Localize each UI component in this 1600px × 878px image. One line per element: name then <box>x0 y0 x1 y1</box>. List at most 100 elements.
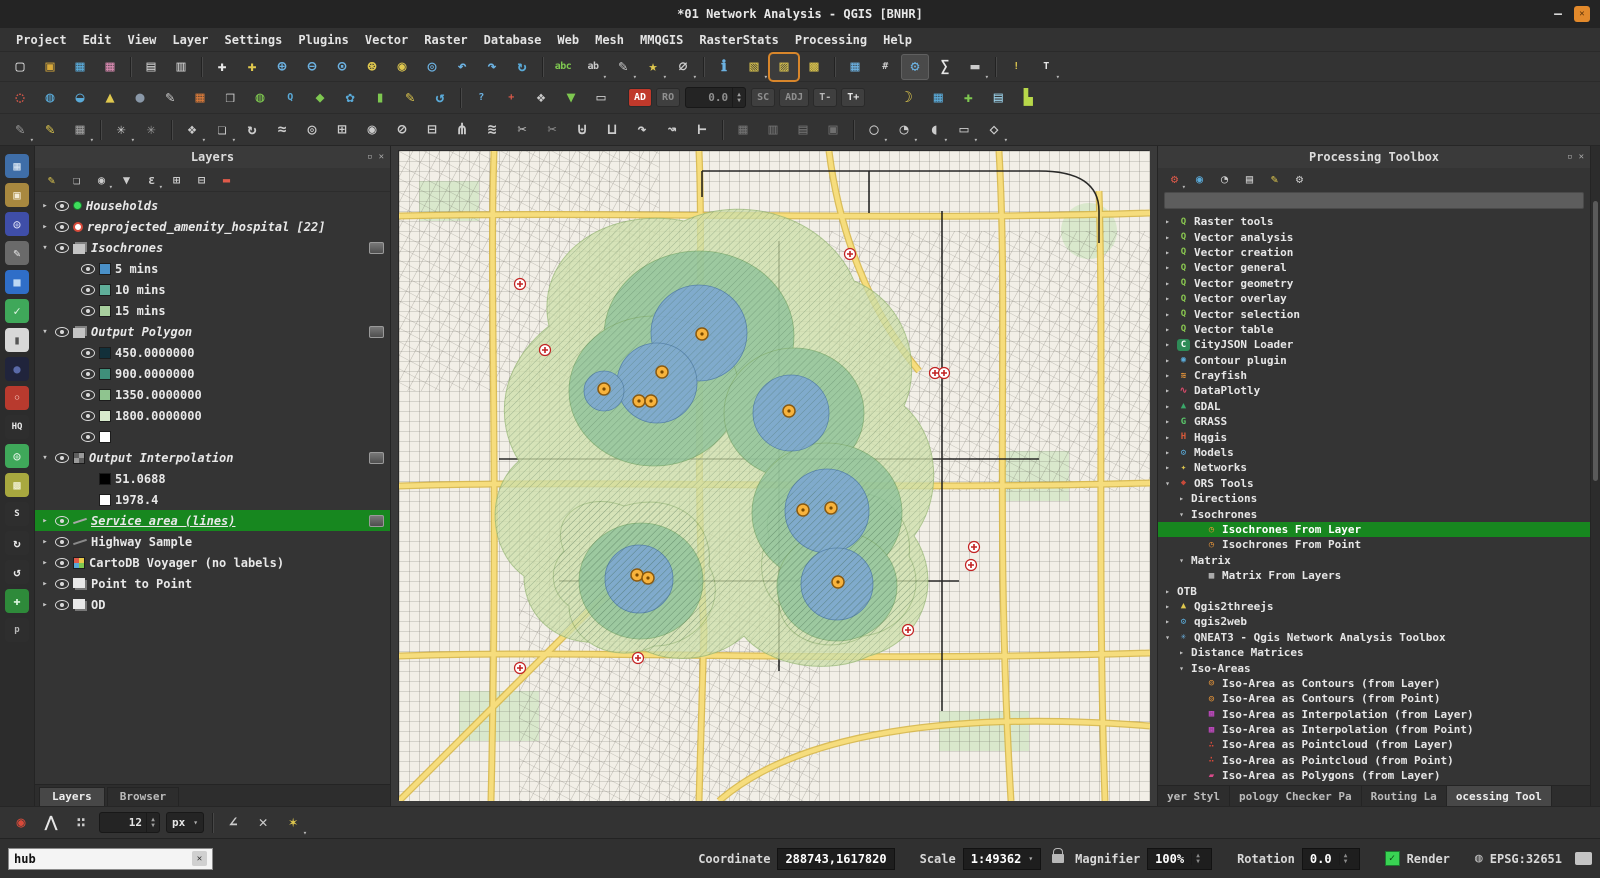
layer-row[interactable]: 1800.0000000 <box>35 405 390 426</box>
expander-icon[interactable]: ▸ <box>39 222 51 232</box>
toolbox-search-input[interactable] <box>1164 192 1584 209</box>
toolbox-row[interactable]: ▸⚙Models <box>1158 445 1590 460</box>
offset-curve-button[interactable]: ≋ <box>478 117 506 143</box>
visibility-eye-icon[interactable] <box>55 516 69 526</box>
rotation-spin[interactable]: 0.0 ▲▼ <box>1302 848 1360 870</box>
visibility-eye-icon[interactable] <box>81 264 95 274</box>
visibility-eye-icon[interactable] <box>55 600 69 610</box>
temporal-slider-button[interactable]: ▤ <box>984 85 1012 111</box>
toolbox-row[interactable]: ▸▲Qgis2threejs <box>1158 599 1590 614</box>
spin-arrows-icon[interactable]: ▲▼ <box>732 88 745 107</box>
expander-icon[interactable]: ▸ <box>1162 448 1173 457</box>
offset-point-symbols-button[interactable]: ↝ <box>658 117 686 143</box>
toolbox-row[interactable]: ▸QVector table <box>1158 322 1590 337</box>
layer-indicator-badge[interactable] <box>369 242 384 254</box>
collapse-all-button[interactable]: ⊟ <box>190 169 213 190</box>
layer-row[interactable]: ▾Output Polygon <box>35 321 390 342</box>
toolbox-row[interactable]: ▸QRaster tools <box>1158 214 1590 229</box>
trim-extend-button[interactable]: ⊢ <box>688 117 716 143</box>
layer-row[interactable]: 15 mins <box>35 300 390 321</box>
expander-icon[interactable]: ▸ <box>1162 263 1173 272</box>
hq-tool-button[interactable]: HQ <box>5 415 29 439</box>
toolbox-row[interactable]: ▾Iso-Areas <box>1158 660 1590 675</box>
menu-project[interactable]: Project <box>8 31 75 49</box>
results-viewer-button[interactable]: ▤ <box>1238 169 1261 190</box>
filter-legend-button[interactable]: ▼ <box>115 169 138 190</box>
layer-row[interactable]: 1350.0000000 <box>35 384 390 405</box>
rotate-point-symbols-button[interactable]: ↷ <box>628 117 656 143</box>
refresh-map-button[interactable]: ↻ <box>508 54 536 80</box>
expander-icon[interactable]: ▸ <box>1162 617 1173 626</box>
network-tool-1-button[interactable]: ▦ <box>729 117 757 143</box>
expander-icon[interactable]: ▾ <box>1162 479 1173 488</box>
marker-size-spin[interactable]: 12▲▼ <box>99 812 160 833</box>
menu-raster[interactable]: Raster <box>416 31 475 49</box>
save-edits-button[interactable]: ▦▾ <box>66 117 94 143</box>
osm-search-button[interactable]: Q <box>276 85 304 111</box>
expander-icon[interactable]: ▾ <box>1176 664 1187 673</box>
toolbox-row[interactable]: ▸QVector general <box>1158 260 1590 275</box>
title-bar[interactable]: *01 Network Analysis - QGIS [BNHR] – ✕ <box>0 0 1600 28</box>
osm-download-button[interactable]: ◍ <box>246 85 274 111</box>
copy-move-feature-button[interactable]: ❏▾ <box>208 117 236 143</box>
toolbox-row[interactable]: ▸QVector selection <box>1158 306 1590 321</box>
close-button[interactable]: ✕ <box>1574 6 1590 22</box>
toolbox-row[interactable]: ▦Matrix From Layers <box>1158 568 1590 583</box>
toolbox-row[interactable]: ▸∿DataPlotly <box>1158 383 1590 398</box>
in-place-editing-button[interactable]: ◉ <box>1188 169 1211 190</box>
plugin-leaf-button[interactable]: ✿ <box>336 85 364 111</box>
layer-row[interactable]: ▾Isochrones <box>35 237 390 258</box>
plugin-color-grid-button[interactable]: ▦ <box>924 85 952 111</box>
toolbox-titlebar[interactable]: Processing Toolbox ▫ ✕ <box>1158 146 1590 168</box>
layer-row[interactable]: ▸reprojected_amenity_hospital [22] <box>35 216 390 237</box>
metasearch-button[interactable]: ◍ <box>36 85 64 111</box>
circle-2points-button[interactable]: ◯▾ <box>860 117 888 143</box>
spin-arrows-icon[interactable]: ▲▼ <box>1191 853 1204 865</box>
layer-row[interactable]: ▾Output Interpolation <box>35 447 390 468</box>
measure-line-bar-button[interactable]: ▬▾ <box>961 54 989 80</box>
menu-vector[interactable]: Vector <box>357 31 416 49</box>
labels-abc-button[interactable]: abc <box>549 54 577 80</box>
georeferencer-panel-button[interactable]: ◎ <box>5 212 29 236</box>
reshape-features-button[interactable]: ⋔ <box>448 117 476 143</box>
layer-row[interactable]: ▸Households <box>35 195 390 216</box>
menu-help[interactable]: Help <box>875 31 920 49</box>
crs-button[interactable]: EPSG:32651 <box>1490 852 1562 866</box>
dock-tab-routing-la[interactable]: Routing La <box>1362 786 1447 806</box>
rotate-feature-button[interactable]: ↻ <box>238 117 266 143</box>
undo-tool-button[interactable]: ↺ <box>5 560 29 584</box>
toolbox-row[interactable]: ▸OTB <box>1158 583 1590 598</box>
toolbox-row[interactable]: ▸QVector analysis <box>1158 229 1590 244</box>
osm-place-search-button[interactable]: ◎ <box>5 444 29 468</box>
toggle-editing-button[interactable]: ✎ <box>36 117 64 143</box>
zoom-in-button[interactable]: ⊕ <box>268 54 296 80</box>
font-smaller-button[interactable]: T- <box>813 88 837 107</box>
toolbox-row[interactable]: ▾✳QNEAT3 - Qgis Network Analysis Toolbox <box>1158 630 1590 645</box>
menu-rasterstats[interactable]: RasterStats <box>691 31 786 49</box>
model-tools-button[interactable]: ⚙▾ <box>1163 169 1186 190</box>
expander-icon[interactable]: ▸ <box>39 516 51 526</box>
visibility-eye-icon[interactable] <box>55 558 69 568</box>
layer-row[interactable]: 900.0000000 <box>35 363 390 384</box>
toolbox-row[interactable]: ▸CCityJSON Loader <box>1158 337 1590 352</box>
expander-icon[interactable]: ▸ <box>1162 587 1173 596</box>
toolbox-row[interactable]: ▸GGRASS <box>1158 414 1590 429</box>
expander-icon[interactable]: ▸ <box>1162 233 1173 242</box>
visibility-eye-icon[interactable] <box>81 390 95 400</box>
toolbox-row[interactable]: ▸Distance Matrices <box>1158 645 1590 660</box>
zoom-to-layer-button[interactable]: ◎ <box>418 54 446 80</box>
network-tool-4-button[interactable]: ▣ <box>819 117 847 143</box>
tab-layers[interactable]: Layers <box>39 787 105 806</box>
expander-icon[interactable]: ▸ <box>1162 340 1173 349</box>
move-feature-button[interactable]: ❖▾ <box>178 117 206 143</box>
move-label-button[interactable]: ❖ <box>527 85 555 111</box>
panel-float-icon[interactable]: ▫ <box>1567 152 1572 162</box>
visibility-eye-icon[interactable] <box>81 411 95 421</box>
menu-plugins[interactable]: Plugins <box>290 31 357 49</box>
statistical-summary-button[interactable]: ∑ <box>931 54 959 80</box>
scale-lock-icon[interactable] <box>1052 854 1064 863</box>
expander-icon[interactable]: ▸ <box>1162 463 1173 472</box>
expand-all-button[interactable]: ⊞ <box>165 169 188 190</box>
toolbox-row[interactable]: ∴Iso-Area as Pointcloud (from Layer) <box>1158 737 1590 752</box>
style-bucket-button[interactable]: ▮ <box>366 85 394 111</box>
